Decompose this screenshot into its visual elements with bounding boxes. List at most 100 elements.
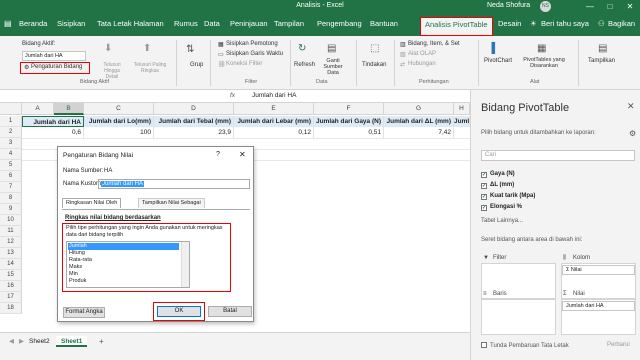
formula-input[interactable]: Jumlah dari HA — [252, 92, 296, 99]
row-header[interactable]: 7 — [0, 182, 22, 193]
add-sheet-button[interactable]: + — [94, 336, 109, 347]
tab-beranda[interactable]: Beranda — [19, 19, 47, 28]
checkbox-icon[interactable] — [481, 342, 487, 348]
refresh-button[interactable]: Refresh — [294, 62, 315, 68]
close-button[interactable]: ✕ — [624, 1, 636, 13]
row-header[interactable]: 14 — [0, 259, 22, 270]
tab-tata-letak[interactable]: Tata Letak Halaman — [97, 19, 164, 28]
field-item[interactable]: ✓ Elongasi % — [481, 203, 522, 212]
rows-area[interactable] — [481, 299, 556, 335]
tab-rumus[interactable]: Rumus — [174, 19, 198, 28]
field-settings-button[interactable]: Pengaturan Bidang — [31, 64, 82, 70]
gear-icon[interactable]: ⚙ — [629, 129, 636, 138]
tab-tampilan[interactable]: Tampilan — [274, 19, 304, 28]
column-header[interactable]: E — [234, 103, 314, 115]
number-format-button[interactable]: Format Angka — [63, 307, 105, 318]
active-field-input[interactable]: Jumlah dari HA — [22, 51, 86, 61]
relationships-button[interactable]: Hubungan — [408, 61, 436, 67]
pivot-header-cell[interactable]: Jumlah dari Gaya (N) — [314, 116, 384, 127]
search-input[interactable]: Cari — [481, 150, 635, 161]
pivot-header-cell[interactable]: Jumlah dari Lebar (mm) — [234, 116, 314, 127]
column-header[interactable]: B — [54, 103, 84, 115]
actions-button[interactable]: Tindakan — [362, 62, 386, 68]
drill-up-button[interactable]: Telusuri Paling Ringkas — [133, 62, 167, 74]
row-header[interactable]: 8 — [0, 193, 22, 204]
list-item[interactable]: Rata-rata — [68, 257, 179, 264]
insert-timeline-button[interactable]: Sisipkan Garis Waktu — [226, 51, 283, 57]
row-header[interactable]: 18 — [0, 303, 22, 314]
close-icon[interactable]: ✕ — [239, 150, 246, 159]
fx-icon[interactable]: fx — [230, 92, 235, 99]
row-header[interactable]: 5 — [0, 160, 22, 171]
recommended-pivottables-button[interactable]: PivotTables yang Disarankan — [515, 57, 573, 69]
row-header[interactable]: 15 — [0, 270, 22, 281]
select-all-corner[interactable] — [0, 103, 22, 115]
maximize-button[interactable]: □ — [604, 1, 616, 13]
pivot-value-cell[interactable]: 7,42 — [384, 127, 454, 138]
pivot-value-cell[interactable]: 0,51 — [314, 127, 384, 138]
group-button[interactable]: Grup — [190, 62, 203, 68]
scrollbar[interactable] — [181, 242, 189, 287]
list-item[interactable]: Maks — [68, 264, 179, 271]
column-header[interactable]: A — [22, 103, 54, 115]
pivot-value-cell[interactable]: 0,6 — [22, 127, 84, 138]
column-header[interactable]: C — [84, 103, 154, 115]
row-header[interactable]: 3 — [0, 138, 22, 149]
row-header[interactable]: 6 — [0, 171, 22, 182]
pivot-header-cell[interactable]: Jumlah dari ΔL (mm) — [384, 116, 454, 127]
column-header[interactable]: G — [384, 103, 454, 115]
pivot-header-cell[interactable]: Jumlah dari Lo(mm) — [84, 116, 154, 127]
tab-peninjauan[interactable]: Peninjauan — [230, 19, 268, 28]
pivot-header-cell[interactable]: Jumlah dari HA — [22, 116, 84, 127]
olap-tools-button[interactable]: Alat OLAP — [408, 51, 436, 57]
row-header[interactable]: 12 — [0, 237, 22, 248]
list-item[interactable]: Jumlah — [68, 243, 179, 250]
row-header[interactable]: 1 — [0, 116, 22, 127]
checkbox-icon[interactable]: ✓ — [481, 183, 487, 189]
fields-items-sets-button[interactable]: Bidang, Item, & Set — [408, 41, 460, 47]
row-header[interactable]: 2 — [0, 127, 22, 138]
field-item[interactable]: ✓ ΔL (mm) — [481, 181, 514, 190]
share-icon[interactable]: ⚇ — [598, 19, 605, 28]
column-header[interactable]: D — [154, 103, 234, 115]
tab-sisipkan[interactable]: Sisipkan — [57, 19, 85, 28]
tell-me-search[interactable]: Beri tahu saya — [541, 19, 589, 28]
column-header[interactable]: F — [314, 103, 384, 115]
row-header[interactable]: 4 — [0, 149, 22, 160]
checkbox-icon[interactable]: ✓ — [481, 205, 487, 211]
drill-down-button[interactable]: Telusuri Hingga Detail — [97, 62, 127, 80]
ok-button[interactable]: OK — [157, 306, 201, 317]
pivot-header-cell[interactable]: Jumlah dari Tebal (mm) — [154, 116, 234, 127]
list-item[interactable]: Produk — [68, 278, 179, 285]
tab-data[interactable]: Data — [204, 19, 220, 28]
row-header[interactable]: 17 — [0, 292, 22, 303]
checkbox-icon[interactable]: ✓ — [481, 172, 487, 178]
tab-summarize-values[interactable]: Ringkasan Nilai Oleh — [62, 198, 122, 208]
list-item[interactable]: Hitung — [68, 250, 179, 257]
defer-update-checkbox[interactable]: Tunda Pembaruan Tata Letak — [481, 342, 569, 349]
tab-desain[interactable]: Desain — [498, 19, 521, 28]
custom-name-input[interactable]: Jumlah dari HA — [98, 179, 250, 189]
row-header[interactable]: 10 — [0, 215, 22, 226]
row-header[interactable]: 13 — [0, 248, 22, 259]
row-header[interactable]: 16 — [0, 281, 22, 292]
tab-analisis-pivottable[interactable]: Analisis PivotTable — [420, 17, 493, 36]
show-button[interactable]: Tampilkan — [588, 58, 615, 64]
row-header[interactable]: 11 — [0, 226, 22, 237]
tab-show-values-as[interactable]: Tampilkan Nilai Sebagai — [138, 198, 205, 208]
columns-chip[interactable]: Σ Nilai — [562, 265, 635, 275]
user-name[interactable]: Neda Shofura — [487, 2, 530, 9]
pivotchart-button[interactable]: PivotChart — [484, 58, 512, 64]
avatar[interactable]: NS — [540, 1, 551, 12]
function-list[interactable]: Jumlah Hitung Rata-rata Maks Min Produk — [66, 241, 190, 288]
pivot-value-cell[interactable]: 100 — [84, 127, 154, 138]
field-item[interactable]: ✓ Gaya (N) — [481, 170, 515, 179]
insert-slicer-button[interactable]: Sisipkan Pemotong — [226, 41, 278, 47]
minimize-button[interactable]: — — [584, 1, 596, 13]
share-button[interactable]: Bagikan — [608, 19, 635, 28]
file-icon[interactable]: ▤ — [4, 19, 12, 28]
lightbulb-icon[interactable]: ☀ — [530, 19, 537, 28]
more-tables-link[interactable]: Tabel Lainnya... — [481, 218, 523, 224]
values-chip[interactable]: Jumlah dari HA — [562, 301, 635, 311]
tab-bantuan[interactable]: Bantuan — [370, 19, 398, 28]
